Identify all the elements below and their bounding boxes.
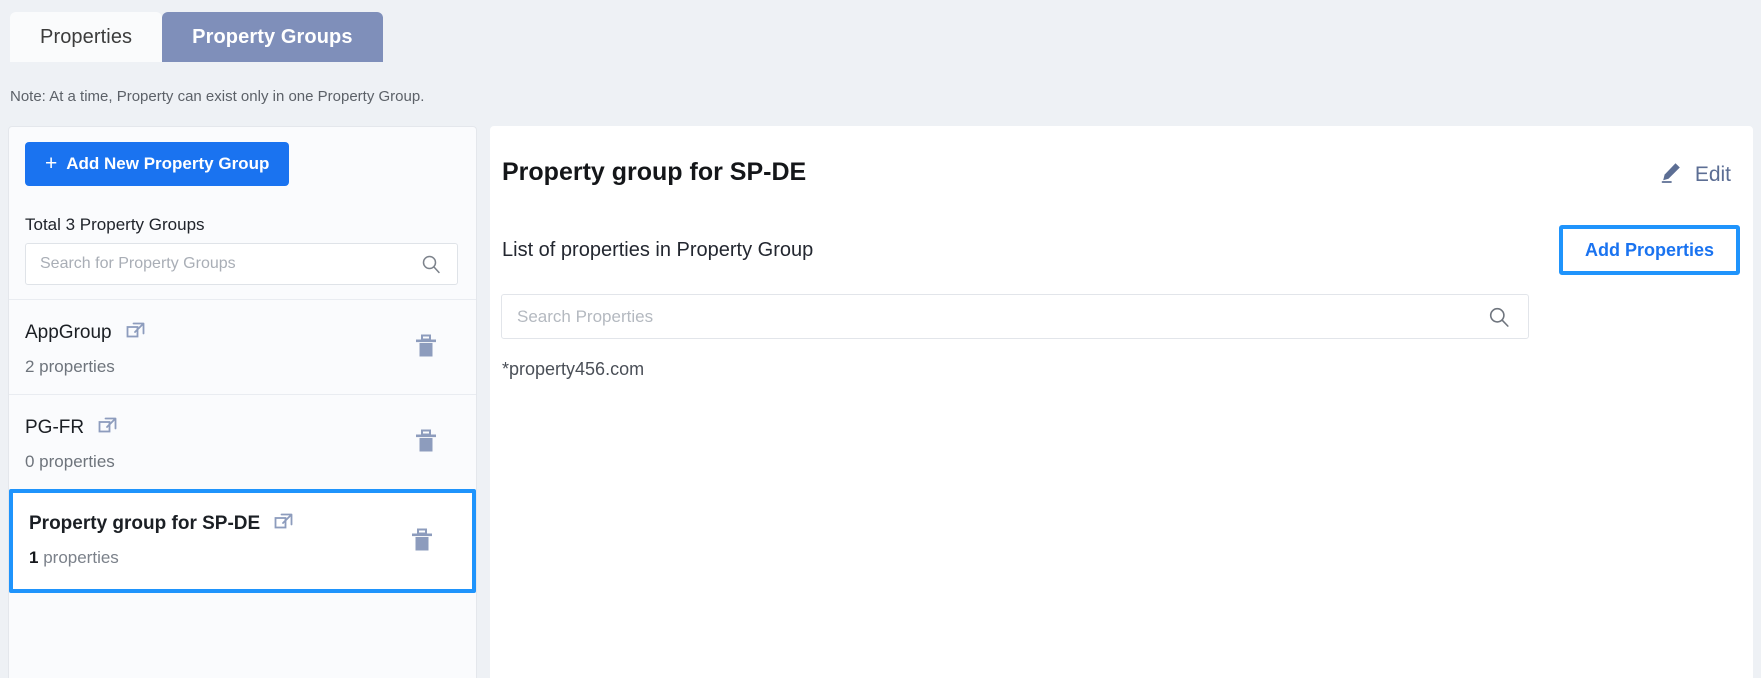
plus-icon: + xyxy=(45,151,58,175)
property-group-item-property-group-for-sp-de[interactable]: Property group for SP-DE 1 properties xyxy=(9,489,476,593)
tab-property-groups-label: Property Groups xyxy=(192,25,353,48)
delete-icon[interactable] xyxy=(410,528,434,554)
properties-search[interactable] xyxy=(501,294,1529,339)
delete-icon[interactable] xyxy=(414,429,438,455)
property-group-count: 0 properties xyxy=(25,452,115,471)
edit-button-label: Edit xyxy=(1694,163,1731,186)
delete-icon[interactable] xyxy=(414,334,438,360)
property-groups-search-input[interactable] xyxy=(26,244,421,284)
property-group-count: 2 properties xyxy=(25,357,115,376)
list-item: *property456.com xyxy=(502,359,645,379)
property-group-name: PG-FR xyxy=(25,416,85,438)
list-of-properties-label: List of properties in Property Group xyxy=(502,239,814,261)
content-area: + Add New Property Group Total 3 Propert… xyxy=(0,126,1761,678)
open-in-new-window-icon[interactable] xyxy=(274,510,296,537)
edit-button[interactable]: Edit xyxy=(1659,160,1731,190)
tab-properties-label: Properties xyxy=(40,25,133,48)
properties-list: *property456.com xyxy=(502,359,644,396)
property-group-list: AppGroup 2 properties PG-FR 0 properties… xyxy=(9,299,476,593)
property-group-name: Property group for SP-DE xyxy=(29,512,261,534)
tab-property-groups[interactable]: Property Groups xyxy=(162,12,383,62)
tab-properties[interactable]: Properties xyxy=(10,12,163,62)
property-group-detail-panel: Property group for SP-DE Edit List of pr… xyxy=(490,126,1753,678)
property-group-count: 1 properties xyxy=(29,548,456,568)
add-new-property-group-button[interactable]: + Add New Property Group xyxy=(25,142,290,186)
property-group-item-appgroup[interactable]: AppGroup 2 properties xyxy=(9,299,476,394)
property-group-count-suffix: properties xyxy=(43,548,119,567)
property-group-count-number: 1 xyxy=(29,548,39,567)
search-icon xyxy=(1488,306,1510,328)
page-title: Property group for SP-DE xyxy=(502,158,807,186)
note-text: Note: At a time, Property can exist only… xyxy=(10,88,425,105)
pencil-icon xyxy=(1659,160,1683,190)
property-groups-search[interactable] xyxy=(25,243,458,285)
total-groups-label: Total 3 Property Groups xyxy=(25,215,205,234)
open-in-new-window-icon[interactable] xyxy=(98,414,120,441)
add-new-property-group-label: Add New Property Group xyxy=(66,154,270,173)
add-properties-label: Add Properties xyxy=(1584,239,1714,260)
properties-search-input[interactable] xyxy=(502,295,1488,338)
open-in-new-window-icon[interactable] xyxy=(126,319,148,346)
add-properties-button[interactable]: Add Properties xyxy=(1558,225,1740,275)
property-groups-sidebar: + Add New Property Group Total 3 Propert… xyxy=(8,126,477,678)
property-group-name: AppGroup xyxy=(25,321,112,343)
tab-bar: Properties Property Groups xyxy=(10,12,383,62)
search-icon xyxy=(421,254,441,274)
property-group-item-pg-fr[interactable]: PG-FR 0 properties xyxy=(9,394,476,489)
